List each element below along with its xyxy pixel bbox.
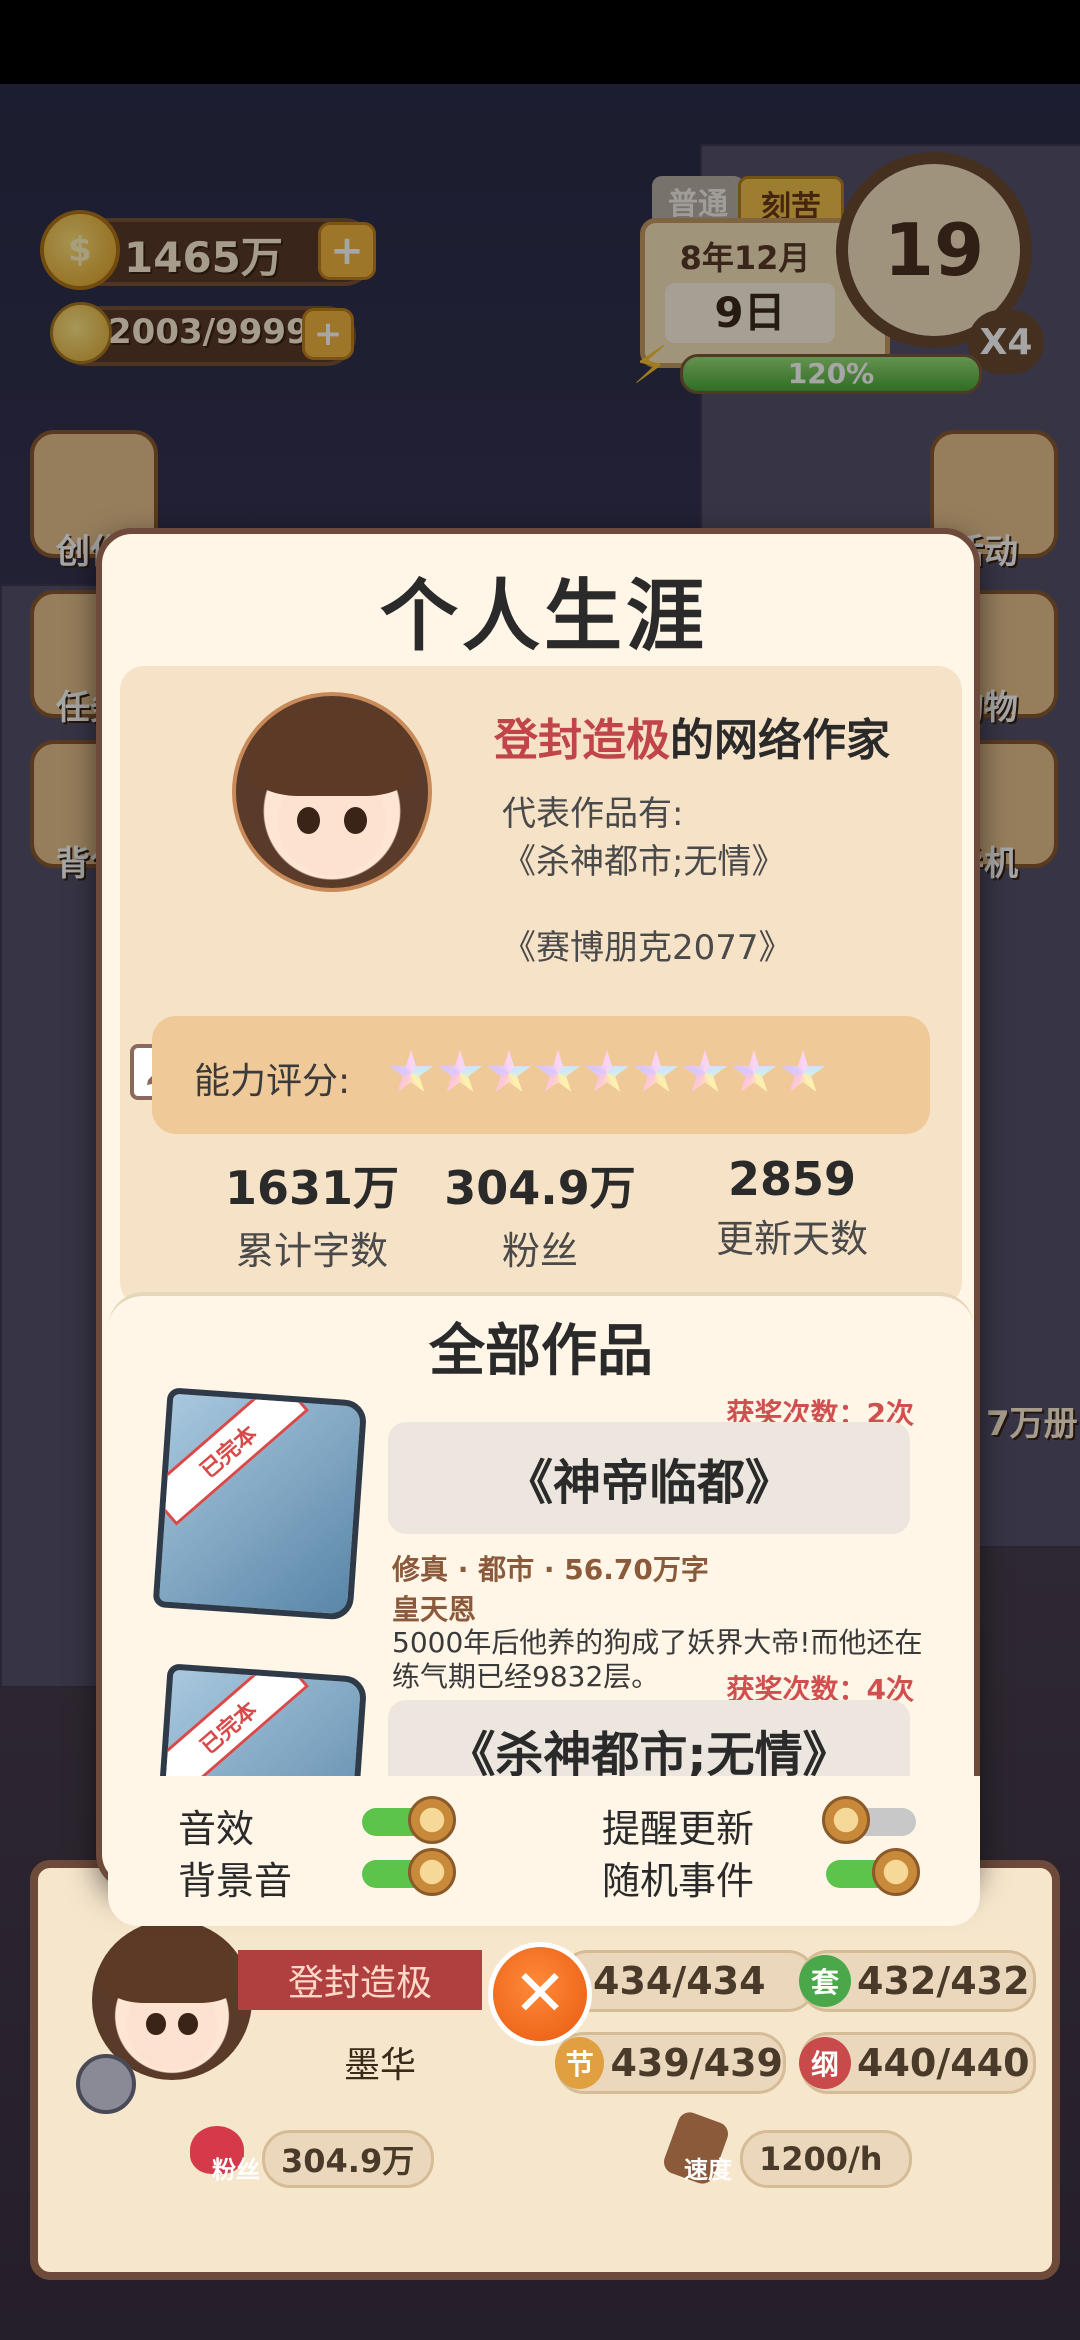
random-event-toggle[interactable] xyxy=(826,1848,920,1896)
close-icon: ✕ xyxy=(513,1957,567,2031)
rating-star-icon xyxy=(682,1050,728,1092)
works-title: 全部作品 xyxy=(429,1319,653,1384)
fans-label: 粉丝 xyxy=(212,2156,260,2184)
setting-sound-label: 音效 xyxy=(178,1807,255,1851)
stat-days-label: 更新天数 xyxy=(715,1217,868,1261)
stat-box-4: 纲 440/440 xyxy=(799,2032,1036,2094)
ability-rating: 能力评分: xyxy=(152,1016,930,1134)
speed-box: 1200/h xyxy=(740,2130,912,2188)
rating-star-icon xyxy=(633,1050,679,1092)
headline-highlight: 登封造极 xyxy=(494,715,670,766)
book-cover-1[interactable]: 已完本 xyxy=(152,1387,368,1621)
work-title-1[interactable]: 《神帝临都》 xyxy=(388,1422,910,1534)
stat-3-value: 439/439 xyxy=(610,2041,783,2085)
bottom-name: 墨华 xyxy=(343,2045,416,2086)
settings-area: 音效 提醒更新 背景音 随机事件 xyxy=(108,1776,980,1926)
stat-fans: 304.9万 粉丝 xyxy=(420,1152,660,1275)
stat-days-value: 2859 xyxy=(727,1152,857,1206)
rep-work-1: 《杀神都市;无情》 xyxy=(502,842,786,882)
stat-3-badge: 节 xyxy=(555,2037,605,2089)
stat-2-value: 432/432 xyxy=(857,1959,1030,2003)
work-hero-1: 皇天恩 xyxy=(392,1593,477,1626)
stat-1-value: 434/434 xyxy=(593,1959,766,2003)
rating-star-icon xyxy=(535,1050,581,1092)
stat-4-value: 440/440 xyxy=(857,2041,1030,2085)
status-bar xyxy=(0,0,1080,84)
stat-fans-value: 304.9万 xyxy=(444,1161,636,1215)
career-modal: 个人生涯 墨华 登封造极的网络作家 代表作品有: 《杀神都市;无情》 《赛博朋克… xyxy=(96,528,980,1926)
author-avatar xyxy=(232,692,432,892)
modal-title: 个人生涯 xyxy=(379,572,708,662)
stat-box-3: 节 439/439 xyxy=(555,2032,786,2094)
work-meta-1: 修真 · 都市 · 56.70万字 xyxy=(392,1553,709,1586)
stat-box-2: 套 432/432 xyxy=(799,1950,1036,2012)
rating-star-icon xyxy=(584,1050,630,1092)
stat-2-badge: 套 xyxy=(799,1955,851,2007)
rating-label: 能力评分: xyxy=(194,1061,351,1102)
rating-star-icon xyxy=(780,1050,826,1092)
rating-star-icon xyxy=(486,1050,532,1092)
fans-box: 304.9万 xyxy=(262,2130,434,2188)
speed-label: 速度 xyxy=(684,2156,732,2184)
profile-card: 墨华 登封造极的网络作家 代表作品有: 《杀神都市;无情》 《赛博朋克2077》… xyxy=(120,666,962,1306)
update-reminder-toggle[interactable] xyxy=(822,1796,916,1844)
close-modal-button[interactable]: ✕ xyxy=(488,1942,592,2046)
sound-toggle[interactable] xyxy=(362,1796,456,1844)
stat-words-label: 累计字数 xyxy=(235,1229,388,1273)
stat-days: 2859 更新天数 xyxy=(672,1152,912,1263)
works-panel: 全部作品 已完本 获奖次数：2次 《神帝临都》 修真 · 都市 · 56.70万… xyxy=(108,1292,980,1926)
speed-value: 1200/h xyxy=(759,2140,883,2178)
stat-4-badge: 纲 xyxy=(799,2037,851,2089)
headline-rest: 的网络作家 xyxy=(670,715,890,766)
setting-update-label: 提醒更新 xyxy=(602,1807,755,1851)
gear-icon[interactable] xyxy=(76,2054,136,2114)
completed-ribbon: 已完本 xyxy=(152,1387,310,1526)
rating-star-icon xyxy=(388,1050,434,1092)
works-intro: 代表作品有: xyxy=(502,794,684,834)
rating-star-icon xyxy=(731,1050,777,1092)
stat-words: 1631万 累计字数 xyxy=(192,1152,432,1275)
rating-stars xyxy=(388,1050,829,1100)
rep-work-2: 《赛博朋克2077》 xyxy=(502,928,793,968)
title-ribbon: 登封造极 xyxy=(238,1950,482,2010)
setting-bgm-label: 背景音 xyxy=(178,1859,293,1903)
author-headline: 登封造极的网络作家 xyxy=(494,704,890,768)
setting-random-label: 随机事件 xyxy=(602,1859,755,1903)
rating-star-icon xyxy=(437,1050,483,1092)
stat-words-value: 1631万 xyxy=(224,1161,400,1215)
stat-box-1: 434/434 xyxy=(560,1950,816,2012)
fans-value: 304.9万 xyxy=(281,2142,415,2180)
bgm-toggle[interactable] xyxy=(362,1848,456,1896)
stat-fans-label: 粉丝 xyxy=(501,1229,578,1273)
